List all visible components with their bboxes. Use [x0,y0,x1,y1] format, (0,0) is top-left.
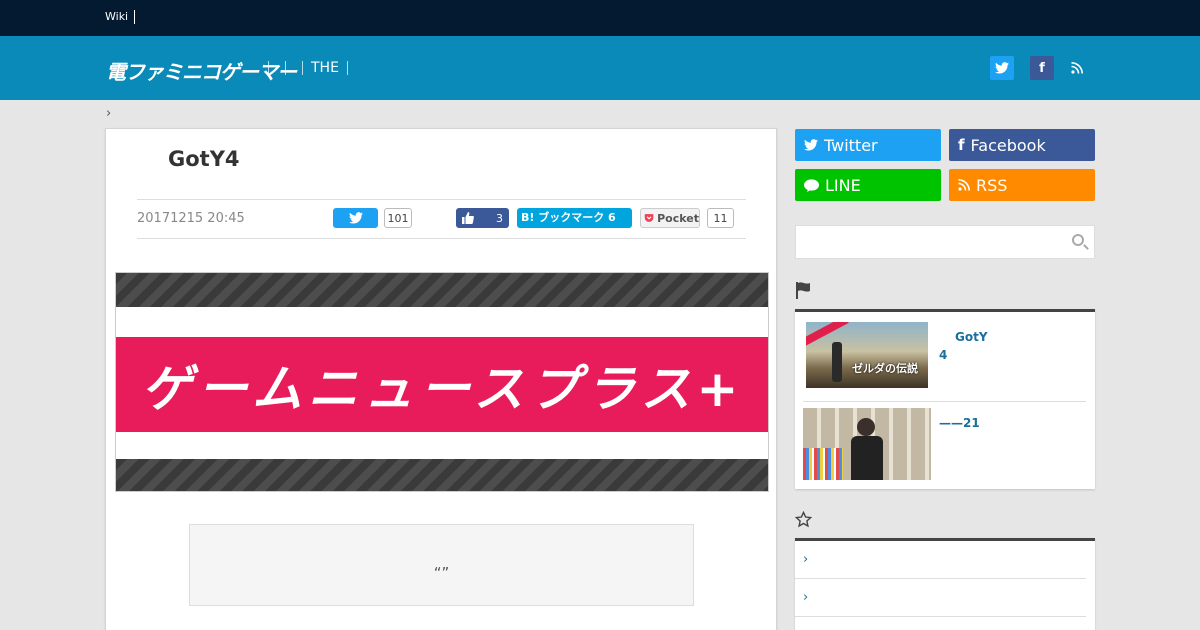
nav-separator [285,61,286,75]
ranking-item[interactable]: ゼルダの伝説 GotY 4 [803,322,1086,402]
wiki-link[interactable]: Wiki [105,10,136,24]
ranking-thumb-caption: ゼルダの伝説 [852,362,918,375]
ranking-thumb-figure [832,342,842,382]
like-button[interactable]: 3 [456,208,509,228]
sidebar-line-label: LINE [825,175,861,195]
sidebar-facebook-label: Facebook [970,135,1046,155]
ranking-thumbnail[interactable] [803,408,931,480]
header-facebook-icon[interactable]: f [1030,56,1054,80]
list-item[interactable]: › [795,541,1086,579]
article-meta-bar: 20171215 20:45 101 3 B! ブックマーク 6 Pocket … [137,199,746,239]
nav-separator [268,61,269,75]
sidebar-rss-label: RSS [976,175,1008,195]
sidebar-line-button[interactable]: LINE [795,169,941,201]
popular-list-panel: › › [795,538,1095,630]
star-icon [794,510,813,533]
sidebar-twitter-button[interactable]: Twitter [795,129,941,161]
pocket-label: Pocket [657,211,699,225]
header-twitter-icon[interactable] [990,56,1014,80]
header-rss-icon[interactable] [1065,56,1089,80]
top-bar: Wiki [0,0,1200,36]
banner-title: ゲームニュースプラス+ [141,359,745,418]
banner-stripe-top [116,273,768,307]
like-count: 3 [496,211,503,225]
article-card: GotY4 20171215 20:45 101 3 B! ブックマーク 6 P… [105,128,777,630]
ranking-thumb-person-body [851,436,883,480]
sidebar-twitter-label: Twitter [824,135,878,155]
facebook-icon: f [958,136,965,154]
twitter-icon [804,139,818,151]
nav-separator [346,61,348,75]
ranking-panel: ゼルダの伝説 GotY 4 ——21 [795,309,1095,489]
tweet-count: 101 [384,208,412,228]
banner-pink-band: ゲームニュースプラス+ [116,337,768,432]
rss-icon [958,179,970,191]
search-icon[interactable] [1072,234,1084,246]
twitter-icon [348,212,363,224]
pocket-count: 11 [707,208,734,228]
list-item[interactable]: › [795,579,1086,617]
ranking-thumbnail[interactable]: ゼルダの伝説 [806,322,928,388]
pocket-button[interactable]: Pocket [640,208,700,228]
sidebar-rss-button[interactable]: RSS [949,169,1095,201]
thumbs-up-icon [462,212,474,224]
ranking-title[interactable]: GotY 4 [939,328,988,364]
line-icon [804,178,819,192]
article-blockquote: “” [189,524,694,606]
header-nav: THE [268,58,364,78]
ranking-title[interactable]: ——21 [939,414,980,432]
banner-stripe-bottom [116,459,768,491]
site-header: 電ファミニコゲーマー THE f [0,36,1200,100]
ranking-item[interactable]: ——21 [803,408,1086,488]
tweet-share-button[interactable] [333,208,378,228]
ranking-thumb-books [803,448,843,480]
pocket-icon [644,214,654,222]
ranking-thumb-person-head [857,418,875,436]
article-hero-banner: ゲームニュースプラス+ [115,272,769,492]
ranking-ribbon [806,322,849,349]
sidebar-facebook-button[interactable]: f Facebook [949,129,1095,161]
nav-item-the[interactable]: THE [311,60,339,76]
breadcrumb[interactable]: › [106,106,111,121]
flag-icon [795,282,814,304]
nav-separator [302,61,303,75]
publish-date: 20171215 20:45 [137,211,245,226]
article-title: GotY4 [168,147,240,171]
search-input[interactable] [795,225,1095,259]
ranking-title-line: GotY [955,330,988,344]
ranking-title-line: 4 [939,348,948,362]
hatena-bookmark-button[interactable]: B! ブックマーク 6 [517,208,632,228]
